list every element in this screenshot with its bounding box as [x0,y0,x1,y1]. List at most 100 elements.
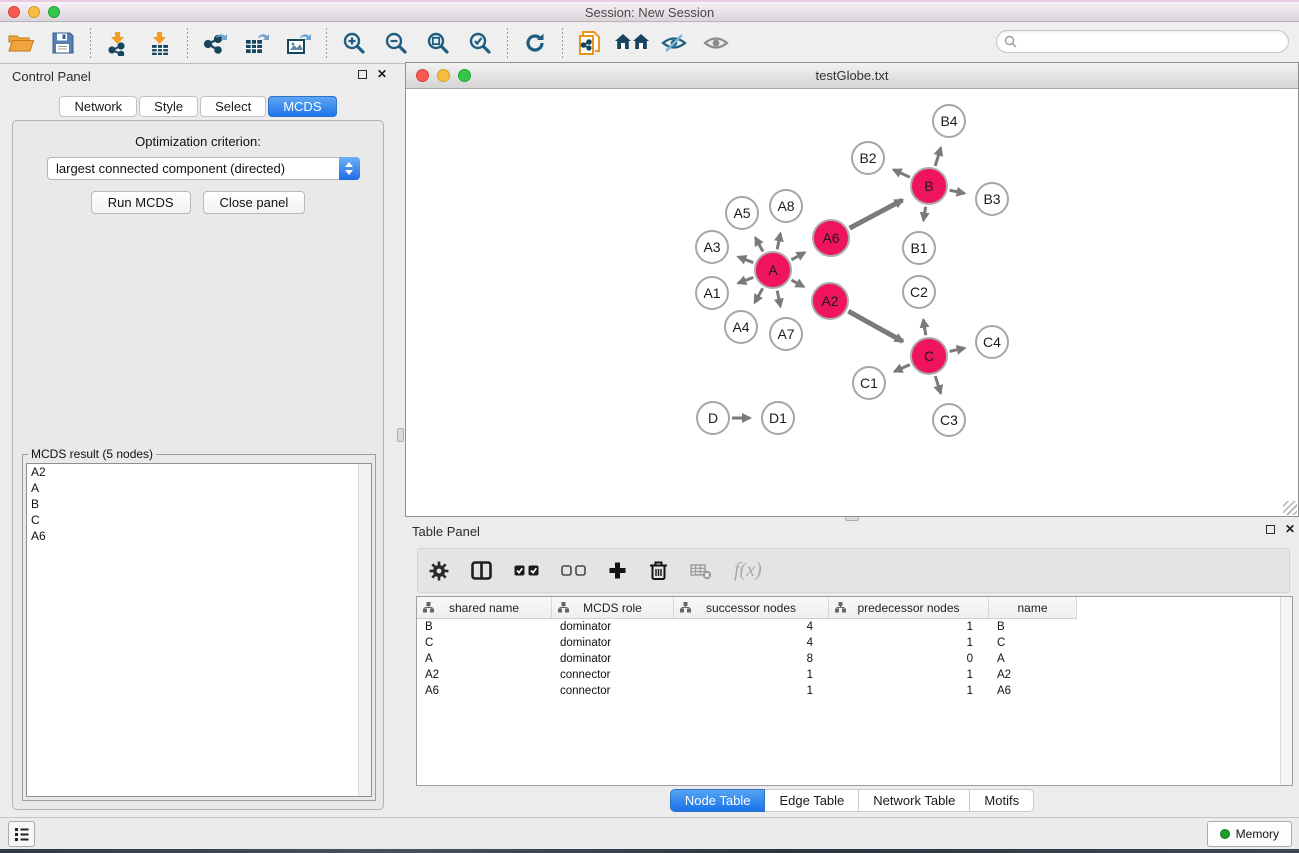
graph-node-B3[interactable]: B3 [975,182,1009,216]
tab-select[interactable]: Select [200,96,266,117]
table-cell[interactable]: 0 [829,651,989,667]
close-table-panel-icon[interactable]: ✕ [1285,524,1295,534]
graph-edge-C-C3[interactable] [935,376,940,393]
table-cell[interactable]: A6 [417,683,552,699]
split-columns-button[interactable] [471,561,492,580]
graph-edge-C-C2[interactable] [923,320,925,336]
table-cell[interactable]: 1 [829,667,989,683]
graph-edge-C-C4[interactable] [949,348,964,351]
table-cell[interactable]: B [417,619,552,635]
table-row[interactable]: A2connector11A2 [417,667,1292,683]
clone-network-button[interactable] [573,26,607,60]
table-row[interactable]: Cdominator41C [417,635,1292,651]
delete-column-button[interactable] [649,560,668,581]
refresh-button[interactable] [518,26,552,60]
deselect-all-button[interactable] [561,565,586,576]
graph-node-D1[interactable]: D1 [761,401,795,435]
show-hide-graphic-details-button[interactable] [657,26,691,60]
graph-edge-A-A6[interactable] [791,252,804,259]
tab-motifs[interactable]: Motifs [970,789,1034,812]
mcds-result-item[interactable]: A [27,480,371,496]
delete-table-button[interactable] [690,562,712,580]
float-table-panel-icon[interactable] [1266,525,1275,534]
open-session-button[interactable] [4,26,38,60]
column-header-mcds-role[interactable]: MCDS role [552,597,674,619]
table-cell[interactable]: connector [552,683,674,699]
mcds-result-item[interactable]: A2 [27,464,371,480]
zoom-fit-button[interactable] [421,26,455,60]
home-views-button[interactable] [615,26,649,60]
graph-node-A[interactable]: A [754,251,792,289]
table-cell[interactable]: connector [552,667,674,683]
column-header-shared-name[interactable]: shared name [417,597,552,619]
graph-node-A5[interactable]: A5 [725,196,759,230]
table-row[interactable]: Adominator80A [417,651,1292,667]
table-cell[interactable]: C [417,635,552,651]
network-window-titlebar[interactable]: testGlobe.txt [406,63,1298,89]
graph-edge-A-A2[interactable] [791,280,803,287]
zoom-selected-button[interactable] [463,26,497,60]
graph-node-A7[interactable]: A7 [769,317,803,351]
column-header-predecessor-nodes[interactable]: predecessor nodes [829,597,989,619]
graph-edge-A-A3[interactable] [738,257,753,263]
show-hide-annotations-button[interactable] [699,26,733,60]
mcds-result-item[interactable]: C [27,512,371,528]
close-panel-icon[interactable]: ✕ [377,69,387,79]
tab-style[interactable]: Style [139,96,198,117]
select-all-button[interactable] [514,565,539,576]
table-scrollbar[interactable] [1280,597,1292,785]
graph-node-B1[interactable]: B1 [902,231,936,265]
graph-node-C1[interactable]: C1 [852,366,886,400]
graph-node-A4[interactable]: A4 [724,310,758,344]
table-cell[interactable]: B [989,619,1077,635]
table-cell[interactable]: A [417,651,552,667]
table-cell[interactable]: 1 [829,683,989,699]
run-mcds-button[interactable]: Run MCDS [91,191,191,214]
column-header-name[interactable]: name [989,597,1077,619]
search-input[interactable] [1017,31,1288,52]
table-cell[interactable]: 1 [829,635,989,651]
window-resize-grip[interactable] [1283,501,1297,515]
graph-edge-B-B4[interactable] [935,148,941,166]
export-table-button[interactable] [240,26,274,60]
mcds-result-item[interactable]: A6 [27,528,371,544]
graph-edge-A-A7[interactable] [777,291,780,307]
table-cell[interactable]: C [989,635,1077,651]
graph-node-C2[interactable]: C2 [902,275,936,309]
graph-node-A1[interactable]: A1 [695,276,729,310]
close-panel-button[interactable]: Close panel [203,191,306,214]
graph-edge-A2-C[interactable] [848,311,902,341]
table-cell[interactable]: 4 [674,635,829,651]
add-column-button[interactable] [608,561,627,580]
graph-edge-A-A5[interactable] [755,238,763,252]
export-image-button[interactable] [282,26,316,60]
table-cell[interactable]: A2 [417,667,552,683]
table-row[interactable]: Bdominator41B [417,619,1292,635]
zoom-out-button[interactable] [379,26,413,60]
graph-edge-B-B1[interactable] [923,207,925,221]
criterion-dropdown[interactable]: largest connected component (directed) [47,157,360,180]
graph-node-C3[interactable]: C3 [932,403,966,437]
table-cell[interactable]: 1 [674,683,829,699]
graph-node-C4[interactable]: C4 [975,325,1009,359]
graph-node-B2[interactable]: B2 [851,141,885,175]
graph-node-B[interactable]: B [910,167,948,205]
table-cell[interactable]: 1 [829,619,989,635]
table-cell[interactable]: dominator [552,651,674,667]
table-cell[interactable]: A2 [989,667,1077,683]
import-table-button[interactable] [143,26,177,60]
graph-edge-B-B3[interactable] [950,190,965,193]
memory-button[interactable]: Memory [1207,821,1292,847]
graph-node-D[interactable]: D [696,401,730,435]
table-cell[interactable]: dominator [552,619,674,635]
tab-network-table[interactable]: Network Table [859,789,970,812]
graph-node-B4[interactable]: B4 [932,104,966,138]
vertical-split-handle[interactable] [397,428,404,442]
graph-node-C[interactable]: C [910,337,948,375]
graph-edge-A-A4[interactable] [755,288,763,302]
table-cell[interactable]: 8 [674,651,829,667]
graph-edge-B-B2[interactable] [893,170,909,178]
graph-edge-A-A1[interactable] [738,277,753,283]
table-cell[interactable]: A6 [989,683,1077,699]
import-network-button[interactable] [101,26,135,60]
